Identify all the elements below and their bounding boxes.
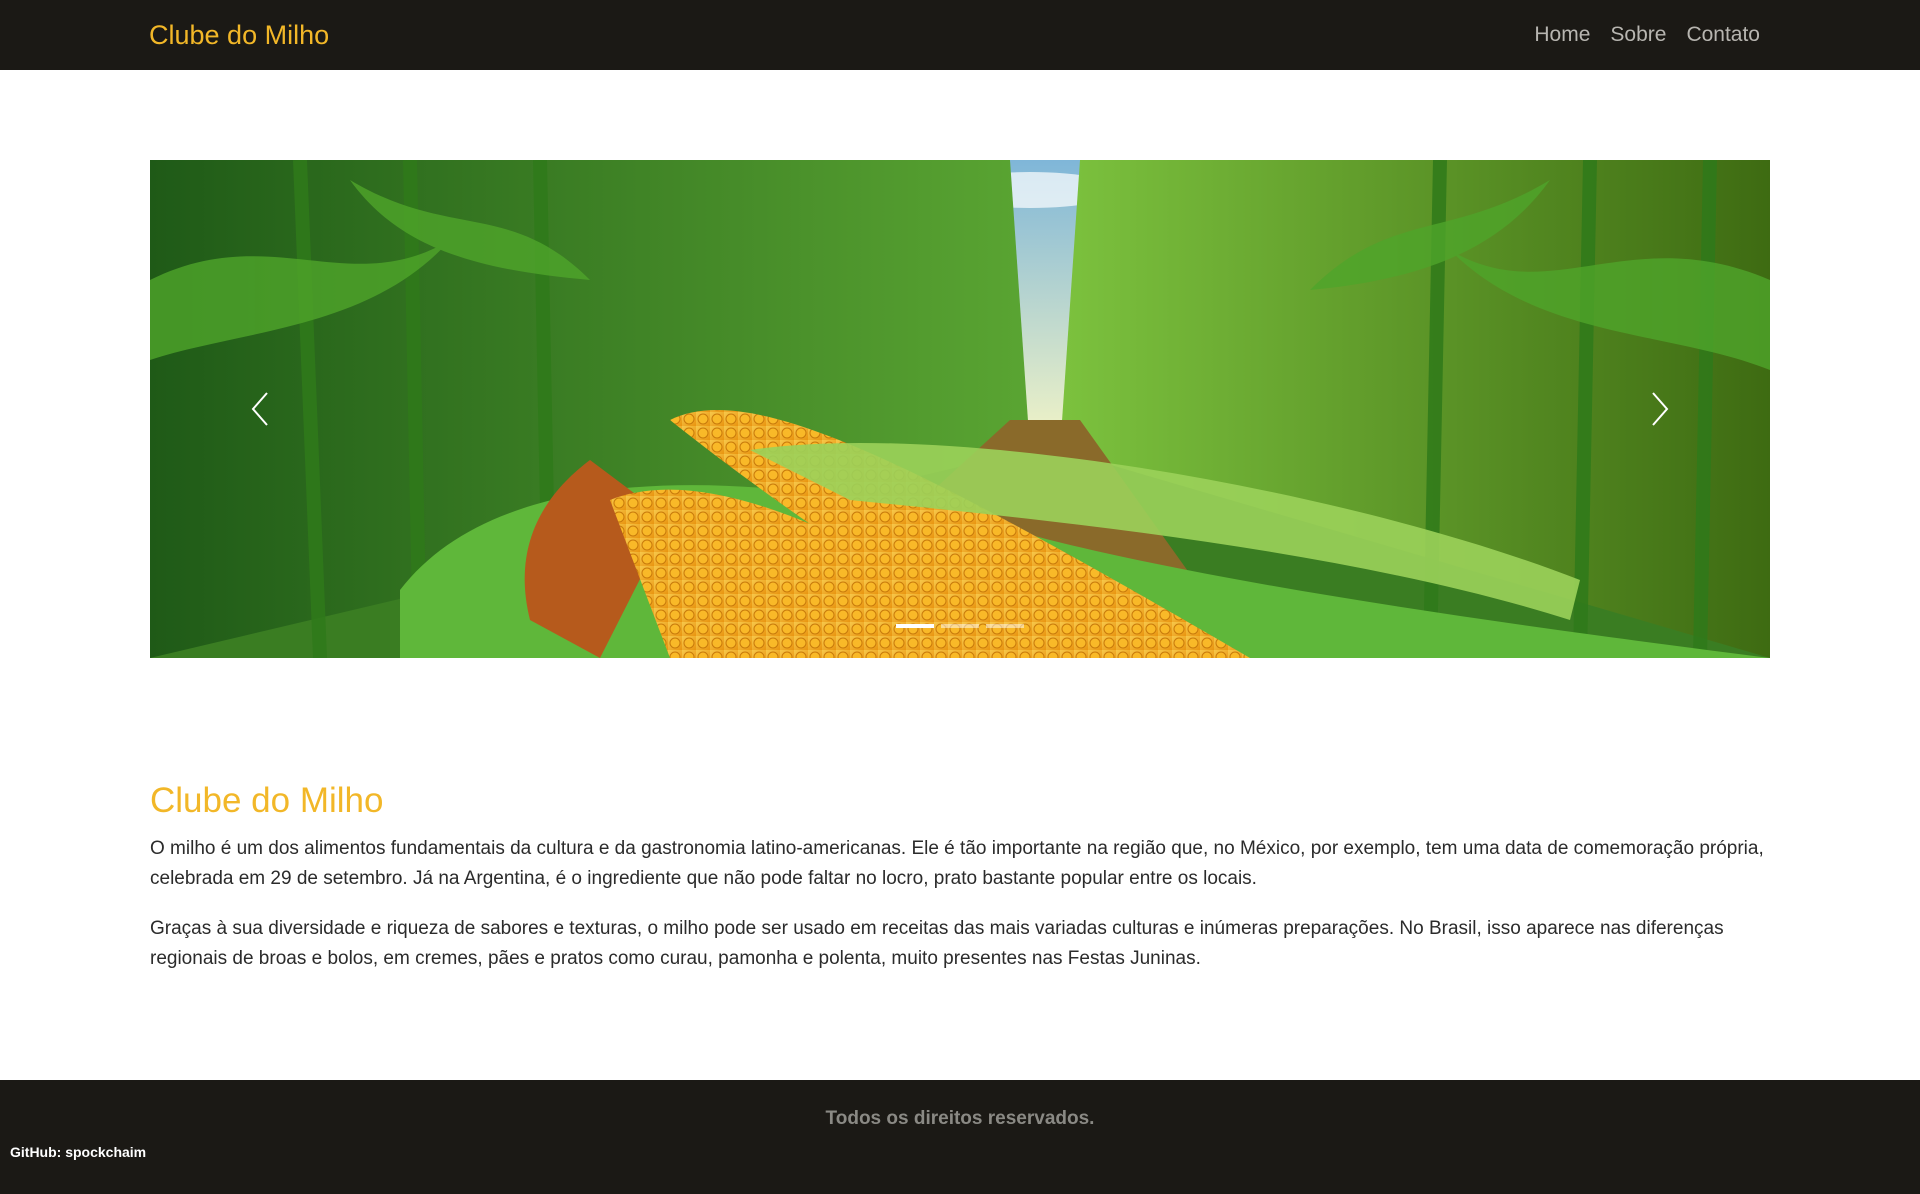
carousel-next-button[interactable] — [1550, 160, 1770, 658]
carousel-indicator[interactable] — [896, 624, 934, 628]
body-paragraph: Graças à sua diversidade e riqueza de sa… — [150, 918, 1724, 969]
carousel-indicator[interactable] — [986, 624, 1024, 628]
carousel-indicators — [150, 624, 1770, 628]
brand-link[interactable]: Clube do Milho — [149, 18, 329, 52]
chevron-left-icon — [251, 392, 268, 426]
main-content: Clube do Milho O milho é um dos alimento… — [150, 778, 1770, 994]
image-carousel — [150, 160, 1770, 658]
nav-link-sobre[interactable]: Sobre — [1610, 20, 1666, 50]
nav-link-home[interactable]: Home — [1534, 20, 1590, 50]
carousel-prev-button[interactable] — [150, 160, 370, 658]
navbar: Clube do Milho Home Sobre Contato — [0, 0, 1920, 70]
nav-links: Home Sobre Contato — [1534, 20, 1760, 50]
footer-copyright: Todos os direitos reservados. — [825, 1108, 1095, 1129]
footer: Todos os direitos reservados. GitHub: sp… — [0, 1080, 1920, 1194]
chevron-right-icon — [1652, 392, 1669, 426]
nav-link-contato[interactable]: Contato — [1686, 20, 1760, 50]
github-credit[interactable]: GitHub: spockchaim — [10, 1144, 146, 1160]
intro-paragraph: O milho é um dos alimentos fundamentais … — [150, 838, 1764, 889]
corn-field-image — [150, 160, 1770, 658]
carousel-indicator[interactable] — [941, 624, 979, 628]
page-title: Clube do Milho — [150, 781, 384, 820]
